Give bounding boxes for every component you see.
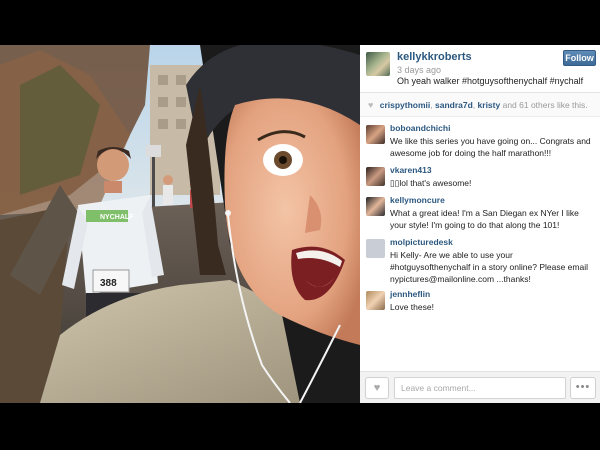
author-username[interactable]: kellykkroberts: [397, 51, 472, 63]
post-header: kellykkroberts 3 days ago Follow Oh yeah…: [360, 45, 600, 93]
liker-link[interactable]: sandra7d: [435, 100, 473, 110]
comment-username[interactable]: boboandchichi: [390, 123, 450, 133]
comment-text: Love these!: [390, 302, 434, 312]
comment-username[interactable]: jennheflin: [390, 289, 430, 299]
comment-username[interactable]: molpicturedesk: [390, 237, 453, 247]
comment-text: What a great idea! I'm a San Diegan ex N…: [390, 208, 579, 230]
likes-summary: ♥ crispythomii, sandra7d, kristy and 61 …: [360, 93, 600, 117]
liker-link[interactable]: crispythomii: [380, 100, 431, 110]
comment-input[interactable]: [394, 377, 566, 399]
follow-button[interactable]: Follow: [563, 50, 596, 66]
comment-text: Hi Kelly- Are we able to use your #hotgu…: [390, 250, 588, 284]
comment-username[interactable]: vkaren413: [390, 165, 432, 175]
heart-icon: ♥: [368, 100, 374, 110]
comment-text: We like this series you have going on...…: [390, 136, 591, 158]
post-caption: Oh yeah walker #hotguysofthenychalf #nyc…: [397, 76, 584, 86]
post-viewer: NYCHALF 388 kellykkroberts 3 days ago Fo…: [0, 45, 600, 403]
liker-link[interactable]: kristy: [478, 100, 501, 110]
bib-number: 388: [100, 278, 117, 289]
commenter-avatar[interactable]: [366, 239, 385, 258]
author-avatar[interactable]: [366, 52, 390, 76]
commenter-avatar[interactable]: [366, 167, 385, 186]
like-button[interactable]: ♥: [365, 377, 389, 399]
comment-text: ▯▯lol that's awesome!: [390, 178, 472, 188]
comment-footer: ♥ •••: [360, 371, 600, 403]
heart-icon: ♥: [373, 382, 381, 394]
photo-illustration: NYCHALF 388: [0, 45, 360, 403]
more-options-button[interactable]: •••: [570, 377, 596, 399]
post-side-panel: kellykkroberts 3 days ago Follow Oh yeah…: [360, 45, 600, 403]
shirt-text: NYCHALF: [100, 214, 134, 221]
post-timestamp: 3 days ago: [397, 65, 442, 75]
post-photo[interactable]: NYCHALF 388: [0, 45, 360, 403]
commenter-avatar[interactable]: [366, 197, 385, 216]
comment-username[interactable]: kellymoncure: [390, 195, 445, 205]
commenter-avatar[interactable]: [366, 291, 385, 310]
commenter-avatar[interactable]: [366, 125, 385, 144]
likes-others-text[interactable]: and 61 others like this.: [503, 100, 588, 110]
